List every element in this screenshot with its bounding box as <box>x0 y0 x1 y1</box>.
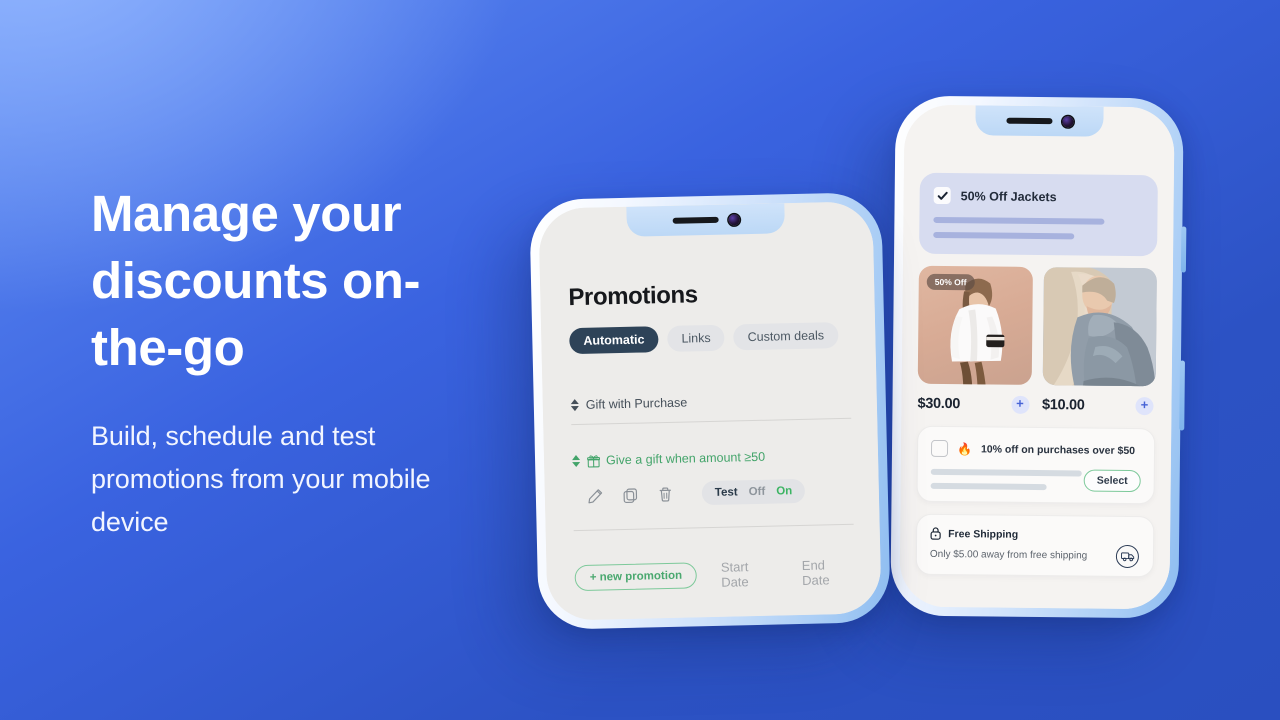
flame-icon: 🔥 <box>956 441 973 456</box>
product-grid: 50% Off $30.00 + $10.00 + <box>917 265 1157 416</box>
tab-custom-deals[interactable]: Custom deals <box>733 322 839 351</box>
free-shipping-card[interactable]: Free Shipping Only $5.00 away from free … <box>915 513 1155 578</box>
trash-icon[interactable] <box>657 485 674 502</box>
sort-arrows-icon[interactable] <box>570 398 579 412</box>
add-product-button[interactable]: + <box>1010 395 1030 414</box>
free-shipping-subtitle: Only $5.00 away from free shipping <box>929 548 1088 562</box>
product-price: $10.00 <box>1041 397 1085 414</box>
promotion-row-gift-with-purchase[interactable]: Gift with Purchase <box>570 392 851 412</box>
start-date-label[interactable]: Start Date <box>721 559 779 590</box>
product-card[interactable]: $10.00 + <box>1041 267 1157 416</box>
front-camera <box>728 213 740 226</box>
product-price: $30.00 <box>917 395 961 413</box>
storefront-screen: 50% Off Jackets 50% Off $30.00 + $10.00 … <box>899 104 1175 610</box>
phone-mockup-storefront: 50% Off Jackets 50% Off $30.00 + $10.00 … <box>890 95 1187 619</box>
product-card[interactable]: 50% Off $30.00 + <box>917 265 1033 414</box>
promotion-action-bar: Test Off On <box>573 478 853 508</box>
delivery-truck-icon[interactable] <box>1115 544 1140 569</box>
offer-card[interactable]: 🔥 10% off on purchases over $50 Select <box>916 425 1156 505</box>
offer-title: 10% off on purchases over $50 <box>980 442 1136 457</box>
sort-arrows-icon[interactable] <box>571 454 581 468</box>
promotions-heading: Promotions <box>568 281 699 312</box>
segment-off[interactable]: Off <box>749 486 766 498</box>
jackets-checkbox[interactable] <box>933 186 951 205</box>
select-offer-button[interactable]: Select <box>1083 469 1141 493</box>
placeholder-bar <box>930 482 1047 491</box>
hero-copy: Manage your discounts on-the-go Build, s… <box>91 180 491 544</box>
discount-badge: 50% Off <box>926 273 975 291</box>
promotions-screen: Promotions Automatic Links Custom deals … <box>538 201 882 621</box>
jackets-promo-title: 50% Off Jackets <box>960 188 1057 204</box>
tab-links[interactable]: Links <box>667 324 725 352</box>
tab-automatic[interactable]: Automatic <box>569 326 659 355</box>
placeholder-bar <box>933 216 1104 225</box>
product-image-white-coat: 50% Off <box>917 265 1033 385</box>
add-product-button[interactable]: + <box>1135 397 1154 416</box>
promotion-row-label: Gift with Purchase <box>585 395 688 412</box>
gift-icon <box>587 454 601 468</box>
front-camera <box>1061 115 1074 127</box>
promotion-row-gift-amount[interactable]: Give a gift when amount ≥50 <box>571 448 852 468</box>
promotions-tabs: Automatic Links Custom deals <box>569 322 850 355</box>
duplicate-icon[interactable] <box>622 486 639 503</box>
promotions-footer: + new promotion Start Date End Date <box>574 557 855 593</box>
phone-notch <box>975 105 1104 137</box>
phone-volume-button[interactable] <box>1180 226 1187 273</box>
phone-power-button[interactable] <box>1179 360 1185 431</box>
phone-notch <box>626 203 785 237</box>
page-subtitle: Build, schedule and test promotions from… <box>91 421 431 537</box>
phone-mockup-promotions: Promotions Automatic Links Custom deals … <box>529 192 891 630</box>
promo-banner: Manage your discounts on-the-go Build, s… <box>0 0 1280 720</box>
pencil-icon[interactable] <box>587 487 604 504</box>
jackets-promo-card[interactable]: 50% Off Jackets <box>919 172 1158 257</box>
product-image-grey-jacket <box>1042 267 1157 387</box>
segment-test[interactable]: Test <box>715 486 738 499</box>
promotion-row-label: Give a gift when amount ≥50 <box>605 449 766 468</box>
lock-icon <box>930 527 941 540</box>
end-date-label[interactable]: End Date <box>802 557 855 588</box>
earpiece-speaker <box>672 216 719 224</box>
test-mode-segmented-control[interactable]: Test Off On <box>701 478 806 506</box>
placeholder-bar <box>930 468 1083 477</box>
divider <box>571 417 852 426</box>
divider <box>573 523 854 532</box>
segment-on[interactable]: On <box>776 485 792 497</box>
placeholder-bar <box>933 231 1075 240</box>
page-title: Manage your discounts on-the-go <box>91 185 421 376</box>
free-shipping-title: Free Shipping <box>948 527 1019 541</box>
offer-checkbox[interactable] <box>930 439 949 458</box>
earpiece-speaker <box>1005 117 1053 125</box>
new-promotion-button[interactable]: + new promotion <box>574 562 698 592</box>
